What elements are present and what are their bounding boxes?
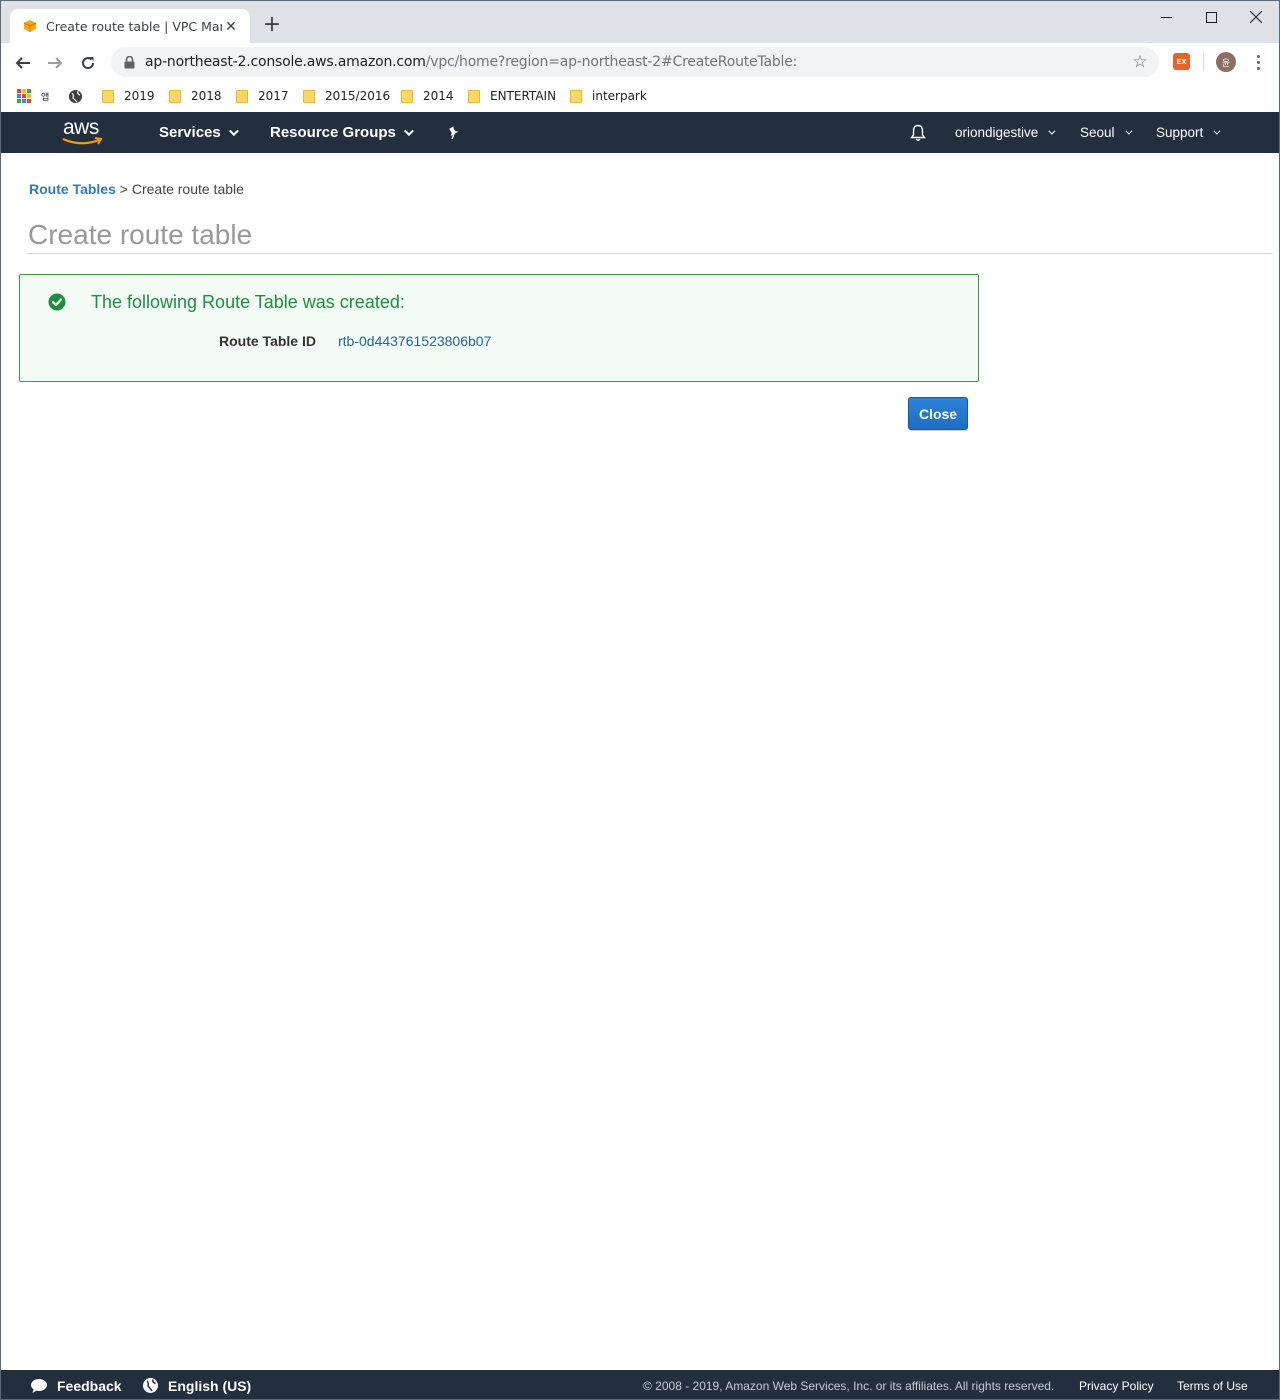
breadcrumb-current: Create route table [131,181,244,197]
support-menu[interactable]: Support [1156,112,1221,153]
support-label: Support [1156,125,1204,140]
route-table-id-label: Route Table ID [219,333,316,349]
page-title: Create route table [28,219,253,250]
bookmark-folder[interactable]: ENTERTAIN [468,87,556,105]
bookmarks-bar: 앱 2019 2018 2017 2015/2016 2014 ENTERTAI… [1,81,1279,111]
lock-icon [121,54,137,70]
bookmark-label: 2018 [191,89,222,103]
bookmark-star-icon[interactable]: ☆ [1131,52,1149,71]
apps-label[interactable]: 앱 [41,87,49,105]
url-path: /vpc/home?region=ap-northeast-2#CreateRo… [425,54,798,70]
breadcrumb-route-tables-link[interactable]: Route Tables [29,181,116,197]
account-label: oriondigestive [955,125,1039,140]
aws-footer: Feedback English (US) © 2008 - 2019, Ama… [1,1370,1279,1399]
breadcrumb-separator: > [119,181,128,197]
chevron-down-icon [1213,127,1221,135]
resource-groups-menu[interactable]: Resource Groups [270,112,414,153]
maximize-icon[interactable] [1189,5,1233,29]
success-alert: The following Route Table was created: R… [19,274,979,382]
bookmark-folder[interactable]: 2018 [169,87,222,105]
aws-nav-bar: aws Services Resource Groups oriondigest… [1,112,1279,153]
folder-icon [236,89,248,103]
back-arrow-icon[interactable] [9,49,37,77]
services-label: Services [159,124,221,141]
folder-icon [169,89,181,103]
bookmark-folder[interactable]: 2015/2016 [303,87,390,105]
forward-arrow-icon[interactable] [41,49,69,77]
privacy-policy-link[interactable]: Privacy Policy [1079,1370,1154,1399]
check-circle-icon [48,293,66,311]
tab-strip: Create route table | VPC Manag ✕ + [1,1,1279,43]
pin-icon[interactable] [447,112,461,153]
folder-icon [102,89,114,103]
bookmark-folder[interactable]: 2017 [236,87,289,105]
folder-icon [468,89,480,103]
aws-logo[interactable]: aws [61,116,105,148]
feedback-label: Feedback [57,1377,122,1394]
extension-icon[interactable]: EX [1173,53,1190,70]
folder-icon [303,89,315,103]
terms-of-use-link[interactable]: Terms of Use [1177,1370,1248,1399]
alert-heading: The following Route Table was created: [91,292,405,312]
aws-smile-icon [62,137,103,145]
profile-avatar[interactable]: 윤 [1216,52,1236,72]
feedback-button[interactable]: Feedback [30,1370,122,1399]
chevron-down-icon [1124,127,1132,135]
browser-window: Create route table | VPC Manag ✕ + ap-n [0,0,1280,1400]
account-menu[interactable]: oriondigestive [955,112,1056,153]
reload-icon[interactable] [74,49,102,77]
apps-grid-icon[interactable] [17,87,31,105]
route-table-id-link[interactable]: rtb-0d443761523806b07 [338,333,491,349]
bookmark-folder[interactable]: interpark [570,87,647,105]
bookmark-label: 2019 [124,89,155,103]
browser-toolbar: ap-northeast-2.console.aws.amazon.com/vp… [1,43,1279,81]
globe-icon[interactable] [68,87,83,105]
globe-icon [143,1378,158,1393]
bookmark-label: 2015/2016 [325,89,391,103]
bookmark-label: interpark [592,89,647,103]
speech-bubble-icon [31,1378,47,1393]
services-menu[interactable]: Services [159,112,239,153]
resource-groups-label: Resource Groups [270,124,396,141]
region-menu[interactable]: Seoul [1080,112,1132,153]
bell-icon[interactable] [910,112,926,153]
language-label: English (US) [168,1377,252,1394]
tab-close-icon[interactable]: ✕ [222,17,240,35]
chevron-down-icon [1048,127,1056,135]
copyright-text: © 2008 - 2019, Amazon Web Services, Inc.… [643,1378,1055,1393]
chevron-down-icon [228,126,239,137]
region-label: Seoul [1080,125,1115,140]
breadcrumb: Route Tables > Create route table [29,181,244,197]
folder-icon [401,89,413,103]
tab-title: Create route table | VPC Manag [46,18,222,34]
browser-tab[interactable]: Create route table | VPC Manag ✕ [10,9,250,43]
bookmark-label: ENTERTAIN [490,89,557,103]
address-bar[interactable]: ap-northeast-2.console.aws.amazon.com/vp… [111,47,1159,77]
close-button[interactable]: Close [908,397,968,430]
bookmark-label: 2017 [258,89,289,103]
url-host: ap-northeast-2.console.aws.amazon.com [145,54,426,70]
toolbar-divider [1203,53,1204,71]
minimize-icon[interactable] [1144,5,1188,29]
new-tab-icon[interactable]: + [261,14,283,37]
aws-box-icon [22,18,38,34]
language-selector[interactable]: English (US) [142,1370,252,1399]
bookmark-folder[interactable]: 2014 [401,87,454,105]
folder-icon [570,89,582,103]
browser-menu-icon[interactable] [1249,52,1267,72]
bookmark-folder[interactable]: 2019 [102,87,155,105]
title-divider [28,253,1273,254]
window-close-icon[interactable] [1234,5,1278,29]
chevron-down-icon [403,126,414,137]
bookmark-label: 2014 [423,89,454,103]
